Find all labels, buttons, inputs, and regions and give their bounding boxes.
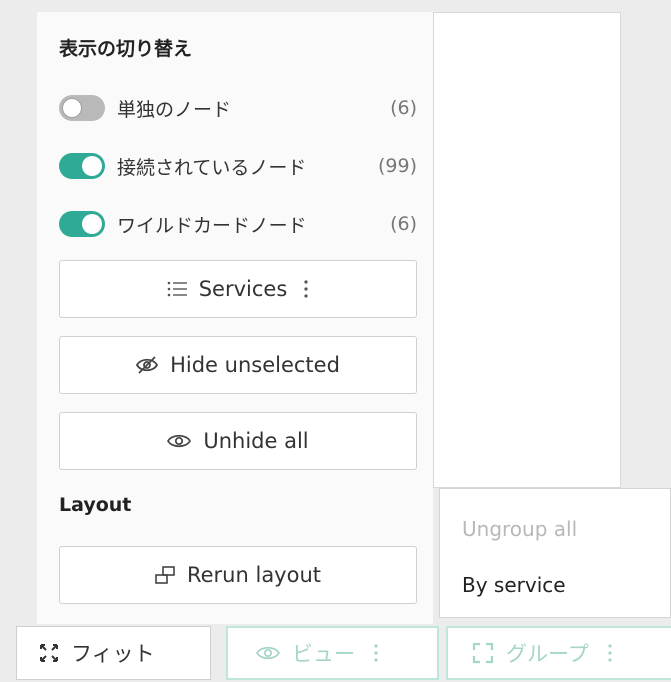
wildcard-nodes-switch[interactable]	[59, 211, 105, 237]
layout-icon	[155, 566, 175, 584]
hide-unselected-label: Hide unselected	[170, 353, 340, 377]
connected-nodes-label: 接続されているノード	[117, 156, 307, 179]
group-menu: Ungroup all By service	[439, 488, 671, 618]
more-vertical-icon[interactable]	[373, 643, 379, 663]
isolated-nodes-label: 単独のノード	[117, 98, 232, 121]
services-button[interactable]: Services	[59, 260, 417, 318]
display-toggle-title: 表示の切り替え	[59, 38, 193, 60]
isolated-nodes-switch[interactable]	[59, 95, 105, 121]
toggle-row-connected-nodes[interactable]: 接続されているノード (99)	[59, 151, 417, 181]
connected-nodes-switch[interactable]	[59, 153, 105, 179]
list-icon	[167, 281, 187, 297]
fit-label: フィット	[71, 642, 155, 666]
wildcard-nodes-count: (6)	[390, 213, 417, 235]
graph-canvas-area[interactable]	[433, 12, 621, 488]
eye-slash-icon	[136, 356, 159, 374]
wildcard-nodes-label: ワイルドカードノード	[117, 214, 307, 237]
layout-title: Layout	[59, 494, 132, 516]
services-label: Services	[198, 277, 288, 301]
unhide-all-label: Unhide all	[203, 429, 309, 453]
hide-unselected-button[interactable]: Hide unselected	[59, 336, 417, 394]
fit-arrows-icon	[39, 643, 59, 663]
view-button[interactable]: ビュー	[226, 626, 439, 680]
more-vertical-icon[interactable]	[607, 643, 613, 663]
connected-nodes-count: (99)	[377, 155, 417, 177]
more-vertical-icon[interactable]	[303, 279, 309, 299]
isolated-nodes-count: (6)	[390, 97, 417, 119]
menu-item-by-service[interactable]: By service	[462, 573, 566, 597]
eye-icon	[256, 645, 280, 661]
group-bracket-icon	[472, 642, 494, 664]
menu-item-ungroup-all: Ungroup all	[462, 517, 578, 541]
view-label: ビュー	[292, 642, 355, 666]
group-label: グループ	[506, 642, 589, 666]
toggle-row-wildcard-nodes[interactable]: ワイルドカードノード (6)	[59, 209, 417, 239]
fit-button[interactable]: フィット	[16, 626, 211, 680]
display-toggle-panel: 表示の切り替え 単独のノード (6) 接続されているノード (99) ワイルドカ…	[37, 12, 433, 624]
group-button[interactable]: グループ	[446, 626, 671, 680]
unhide-all-button[interactable]: Unhide all	[59, 412, 417, 470]
eye-icon	[167, 433, 192, 449]
rerun-layout-label: Rerun layout	[186, 563, 322, 587]
rerun-layout-button[interactable]: Rerun layout	[59, 546, 417, 604]
toggle-row-isolated-nodes[interactable]: 単独のノード (6)	[59, 93, 417, 123]
